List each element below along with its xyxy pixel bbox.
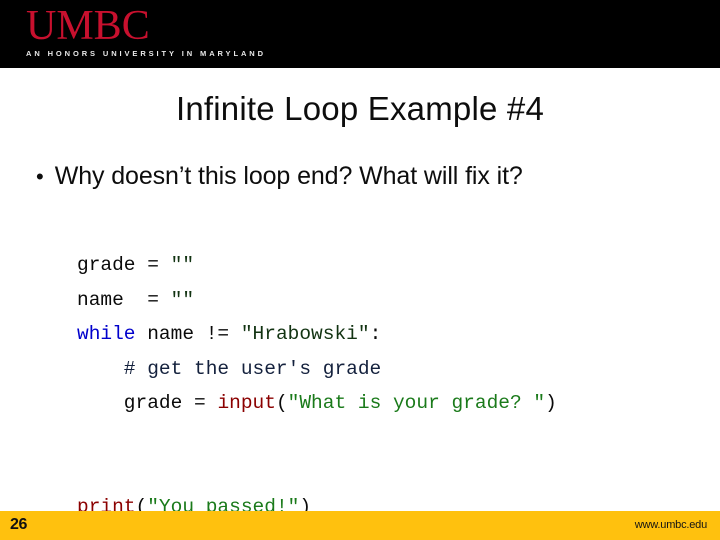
bullet-marker-icon: • <box>36 164 44 189</box>
footer-band: 26 www.umbc.edu <box>0 511 720 540</box>
code-token-str-dark: "" <box>170 254 195 276</box>
code-token-comment: # get the user's grade <box>77 357 382 380</box>
bullet-list-item: • Why doesn’t this loop end? What will f… <box>36 161 523 192</box>
code-token-kw: while <box>77 323 136 345</box>
line-grade-init: grade = "" <box>77 248 557 283</box>
bullet-text: Why doesn’t this loop end? What will fix… <box>54 162 523 190</box>
slide-number: 26 <box>10 516 27 533</box>
code-token-plain: ( <box>275 392 288 414</box>
line-blank-2 <box>77 455 557 490</box>
code-token-fn: input <box>217 392 276 414</box>
footer-url: www.umbc.edu <box>634 519 707 531</box>
header-band: UMBC AN HONORS UNIVERSITY IN MARYLAND <box>0 0 720 68</box>
code-token-plain: ) <box>545 392 557 414</box>
code-block: grade = "" name = "" while name != "Hrabow… <box>77 248 557 524</box>
code-token-plain: grade = <box>77 392 218 414</box>
code-token-plain: grade = <box>77 254 171 276</box>
umbc-tagline: AN HONORS UNIVERSITY IN MARYLAND <box>26 49 266 58</box>
code-token-str-dark: "Hrabowski" <box>240 323 370 345</box>
umbc-wordmark: UMBC <box>26 3 150 49</box>
line-input: grade = input("What is your grade? ") <box>77 386 557 421</box>
code-token-plain: : <box>369 323 382 345</box>
line-while: while name != "Hrabowski": <box>77 317 557 352</box>
umbc-logo: UMBC AN HONORS UNIVERSITY IN MARYLAND <box>26 4 266 59</box>
line-name-init: name = "" <box>77 283 557 318</box>
code-token-str-dark: "" <box>170 288 195 311</box>
code-token-str: "What is your grade? " <box>287 392 546 414</box>
line-comment: # get the user's grade <box>77 352 557 387</box>
code-token-plain: name != <box>135 323 241 345</box>
code-token-plain: name = <box>77 288 171 311</box>
line-blank-1 <box>77 421 557 456</box>
page-title: Infinite Loop Example #4 <box>175 90 545 127</box>
